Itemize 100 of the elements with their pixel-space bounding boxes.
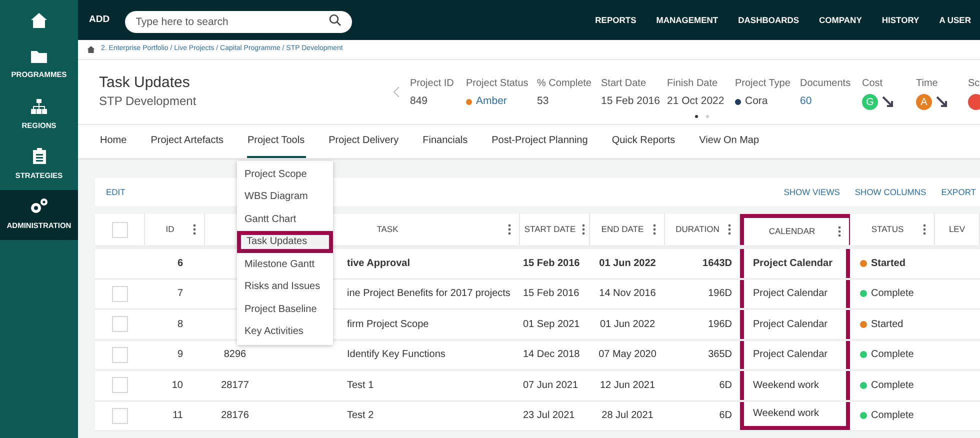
stat-value: 849 [410, 94, 429, 109]
tab[interactable]: Quick Reports [610, 125, 676, 158]
table-cell-text: Test 1 [347, 378, 374, 393]
checkbox[interactable] [112, 316, 128, 332]
stat-label: Finish Date [667, 77, 719, 91]
table-cell-text: 07 May 2020 [598, 348, 656, 362]
gears-icon [30, 198, 48, 214]
header-label: TASK [376, 223, 400, 236]
column-menu-icon[interactable] [508, 224, 511, 235]
menu-item[interactable]: Key Activities [236, 320, 332, 343]
edit-button[interactable]: EDIT [106, 186, 126, 198]
stat-label: % Complete [537, 77, 592, 91]
table-cell-text: Identify Key Functions [347, 348, 446, 362]
table-cell-text: 1643D [702, 256, 732, 271]
column-menu-icon[interactable] [838, 226, 841, 237]
column-menu-icon[interactable] [582, 224, 585, 235]
header-label: ID [164, 223, 176, 236]
table-cell-text: 01 Sep 2021 [523, 318, 580, 332]
header-label: STATUS [870, 223, 905, 236]
header-label: DURATION [674, 223, 720, 236]
stat-label: Documents [800, 77, 852, 91]
table-cell-text: Project Calendar [753, 256, 832, 271]
table-cell-text: 196D [708, 318, 732, 332]
checkbox[interactable] [112, 377, 128, 394]
stat-value: 21 Oct 2022 [667, 94, 726, 109]
stat-label: Cost [862, 77, 884, 91]
tab[interactable]: Project Artefacts [150, 125, 224, 158]
table-cell-text: 01 Jun 2022 [600, 318, 656, 332]
toolbar-button[interactable]: SHOW COLUMNS [854, 186, 926, 198]
menu-item[interactable]: Project Scope [236, 163, 332, 186]
stat-value[interactable]: Amber [476, 94, 507, 110]
add-button[interactable]: ADD [89, 12, 110, 28]
table-cell-text: 28 Jul 2021 [602, 409, 654, 424]
table-cell-text: 01 Jun 2022 [599, 256, 656, 271]
home-icon [31, 12, 47, 28]
menu-item[interactable]: WBS Diagram [236, 186, 332, 208]
table-cell-text: Complete [871, 287, 914, 302]
table-cell-text: tive Approval [347, 256, 410, 271]
menu-item[interactable]: Project Baseline [236, 298, 332, 320]
menu-item[interactable]: Task Updates [236, 230, 332, 253]
table-cell-text: 15 Feb 2016 [523, 287, 580, 302]
table-cell-text: 6 [177, 256, 183, 271]
stat-link[interactable]: 60 [800, 94, 862, 110]
table-cell-text: Complete [871, 348, 914, 362]
checkbox[interactable] [112, 286, 128, 302]
table-cell-text: ine Project Benefits for 2017 projects [347, 287, 510, 302]
home-icon[interactable] [87, 46, 95, 53]
menu-item[interactable]: Gantt Chart [236, 208, 332, 230]
table-cell-text: Project Calendar [753, 348, 828, 362]
tab[interactable]: Post-Project Planning [490, 125, 589, 158]
tab[interactable]: Project Delivery [328, 125, 400, 158]
nav-link[interactable]: COMPANY [819, 14, 862, 26]
tab[interactable]: Project Tools [246, 125, 306, 158]
stat-label: Project Type [735, 77, 792, 91]
toolbar-button[interactable]: SHOW VIEWS [784, 186, 840, 198]
table-cell-text: Started [871, 318, 904, 332]
table-cell-text: 8296 [224, 348, 246, 362]
nav-link[interactable]: HISTORY [882, 14, 920, 26]
column-menu-icon[interactable] [653, 224, 656, 235]
tab[interactable]: View On Map [698, 125, 760, 158]
header-label: CALENDAR [768, 225, 816, 238]
table-cell-text: Started [871, 256, 906, 271]
table-cell-text: 9 [177, 348, 183, 362]
stat-value: 53 [537, 94, 550, 109]
table-cell-text: 14 Dec 2018 [523, 348, 580, 362]
nav-link[interactable]: REPORTS [595, 14, 636, 26]
header-label: START DATE [524, 223, 576, 236]
nav-link[interactable]: A USER [939, 14, 971, 26]
menu-item[interactable]: Milestone Gantt [236, 253, 332, 276]
table-cell-text: 6D [719, 378, 732, 393]
tab[interactable]: Financials [422, 125, 469, 158]
stat-value: Cora [745, 94, 768, 109]
checkbox[interactable] [112, 222, 128, 238]
column-menu-icon[interactable] [728, 224, 731, 235]
nav-link[interactable]: MANAGEMENT [656, 14, 718, 26]
table-cell-text: 28176 [221, 409, 249, 424]
stat-label: Project ID [410, 77, 455, 91]
search-icon[interactable] [328, 14, 341, 26]
checkbox[interactable] [112, 346, 128, 363]
column-menu-icon[interactable] [923, 224, 926, 235]
trend-down-arrow-icon [936, 96, 948, 108]
search-field[interactable]: Type here to search [124, 11, 352, 33]
table-cell-text: Weekend work [753, 407, 819, 422]
table-cell-text: Test 2 [347, 409, 374, 424]
hierarchy-icon [31, 98, 47, 114]
page-subtitle: STP Development [99, 93, 198, 110]
stat-label: Project Status [466, 77, 530, 91]
tab[interactable]: Home [99, 125, 128, 158]
header-label: LEV [948, 223, 966, 236]
nav-link[interactable]: DASHBOARDS [738, 14, 800, 26]
page-title: Task Updates [99, 74, 191, 92]
table-cell-text: 6D [719, 409, 732, 424]
stat-label: Start Date [601, 77, 648, 91]
stat-value: 15 Feb 2016 [601, 94, 661, 109]
checkbox[interactable] [112, 408, 128, 424]
table-cell-text: 8 [177, 318, 183, 332]
menu-item[interactable]: Risks and Issues [236, 276, 332, 298]
table-cell-text: Complete [871, 378, 914, 393]
column-menu-icon[interactable] [193, 224, 196, 235]
toolbar-button[interactable]: EXPORT [941, 186, 976, 198]
